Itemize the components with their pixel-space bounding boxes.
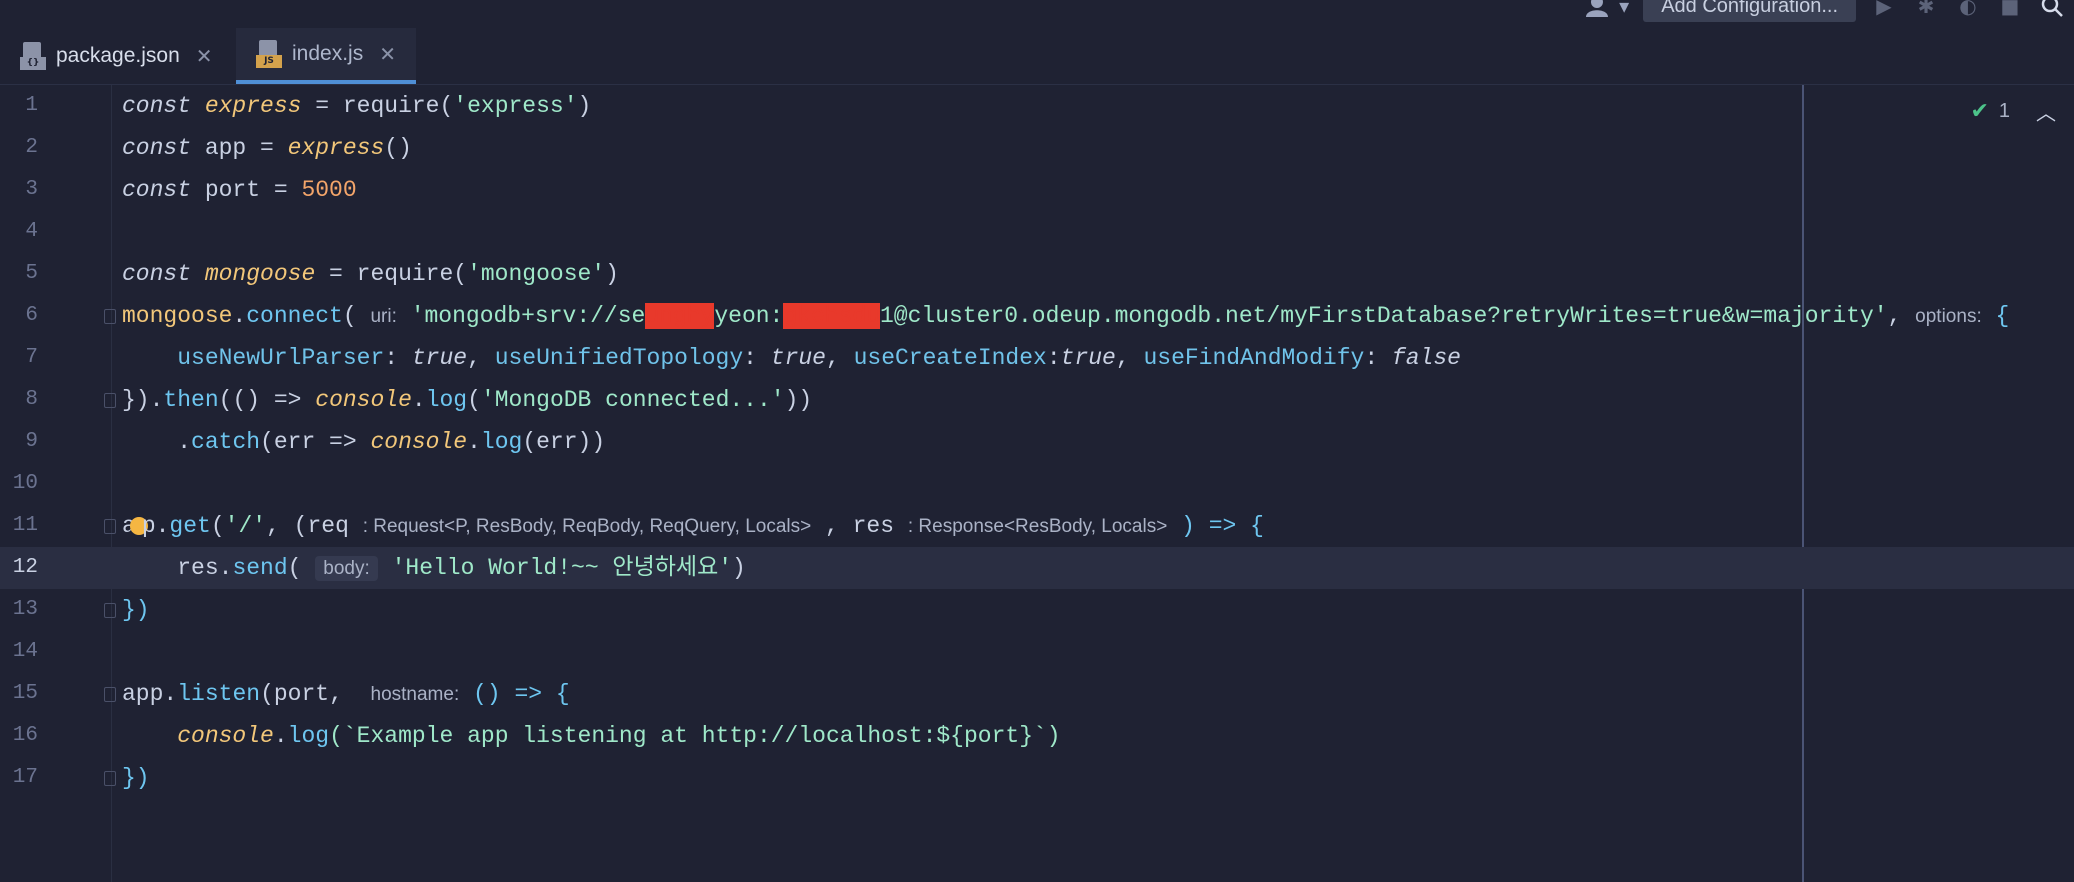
- close-icon[interactable]: ✕: [196, 44, 213, 68]
- js-file-icon: JS: [256, 40, 282, 68]
- user-account-icon[interactable]: ▾: [1585, 0, 1629, 18]
- debug-icon[interactable]: ✱: [1912, 0, 1940, 20]
- code-text: }): [122, 765, 150, 791]
- code-line[interactable]: 8 }).then(() => console.log('MongoDB con…: [0, 379, 2074, 421]
- fold-marker-icon[interactable]: [104, 771, 116, 786]
- code-text: useNewUrlParser: true, useUnifiedTopolog…: [177, 345, 1461, 371]
- code-text: const port = 5000: [122, 177, 357, 203]
- parameter-hint: options:: [1915, 306, 1982, 327]
- fold-marker-icon[interactable]: [104, 519, 116, 534]
- line-number: 14: [12, 640, 38, 663]
- type-hint: : Request<P, ResBody, ReqBody, ReqQuery,…: [362, 516, 812, 537]
- code-text: console.log(`Example app listening at ht…: [177, 723, 1061, 749]
- json-file-icon: {}: [20, 42, 46, 70]
- code-line[interactable]: 3 const port = 5000: [0, 169, 2074, 211]
- code-text: mongoose.connect( uri: 'mongodb+srv://se…: [122, 303, 2010, 329]
- redaction-mark: gkehsdu: [783, 303, 880, 329]
- line-number: 5: [25, 262, 38, 285]
- code-line[interactable]: 9 .catch(err => console.log(err)): [0, 421, 2074, 463]
- code-text: res.send( body: 'Hello World!~~ 안녕하세요'): [177, 555, 746, 581]
- line-number: 1: [25, 94, 38, 117]
- parameter-hint: hostname:: [370, 684, 460, 705]
- code-line[interactable]: 6 mongoose.connect( uri: 'mongodb+srv://…: [0, 295, 2074, 337]
- code-line[interactable]: 5 const mongoose = require('mongoose'): [0, 253, 2074, 295]
- code-text: const app = express(): [122, 135, 412, 161]
- code-line[interactable]: 16 console.log(`Example app listening at…: [0, 715, 2074, 757]
- code-line[interactable]: 14: [0, 631, 2074, 673]
- fold-marker-icon[interactable]: [104, 687, 116, 702]
- code-line[interactable]: 13 }): [0, 589, 2074, 631]
- code-text: a p.get('/', (req : Request<P, ResBody, R…: [122, 513, 1264, 539]
- code-line[interactable]: 10: [0, 463, 2074, 505]
- tab-label: package.json: [56, 44, 180, 67]
- line-number: 4: [25, 220, 38, 243]
- line-number: 10: [12, 472, 38, 495]
- tab-index-js[interactable]: JS index.js ✕: [236, 28, 416, 84]
- parameter-hint: uri:: [370, 306, 397, 327]
- search-icon[interactable]: [2038, 0, 2066, 20]
- code-line[interactable]: 1 const express = require('express'): [0, 85, 2074, 127]
- line-number: 2: [25, 136, 38, 159]
- fold-marker-icon[interactable]: [104, 603, 116, 618]
- run-icon[interactable]: ▶: [1870, 0, 1898, 20]
- editor-tab-bar: {} package.json ✕ JS index.js ✕: [0, 28, 2074, 85]
- fold-marker-icon[interactable]: [104, 393, 116, 408]
- close-icon[interactable]: ✕: [379, 42, 396, 66]
- code-text: const mongoose = require('mongoose'): [122, 261, 619, 287]
- tab-label: index.js: [292, 42, 364, 65]
- add-configuration-button[interactable]: Add Configuration...: [1643, 0, 1856, 22]
- code-text: }).then(() => console.log('MongoDB conne…: [122, 387, 813, 413]
- code-line[interactable]: 2 const app = express(): [0, 127, 2074, 169]
- line-number: 6: [25, 304, 38, 327]
- tab-package-json[interactable]: {} package.json ✕: [0, 28, 236, 84]
- type-hint: : Response<ResBody, Locals>: [907, 516, 1168, 537]
- line-number: 15: [12, 682, 38, 705]
- code-line-current[interactable]: 12 res.send( body: 'Hello World!~~ 안녕하세요…: [0, 547, 2074, 589]
- code-text: const express = require('express'): [122, 93, 592, 119]
- code-text: .catch(err => console.log(err)): [177, 429, 606, 455]
- code-line[interactable]: 17 }): [0, 757, 2074, 799]
- line-number: 8: [25, 388, 38, 411]
- fold-marker-icon[interactable]: [104, 309, 116, 324]
- toolbar-actions: ▾ Add Configuration... ▶ ✱ ◐ ■: [1585, 0, 2074, 22]
- code-line[interactable]: 4: [0, 211, 2074, 253]
- code-line[interactable]: 11 a p.get('/', (req : Request<P, ResBody…: [0, 505, 2074, 547]
- code-editor[interactable]: ✔ 1 ︿ 1 const express = require('express…: [0, 85, 2074, 882]
- title-toolbar: ▾ Add Configuration... ▶ ✱ ◐ ■: [0, 0, 2074, 29]
- line-number: 11: [12, 514, 38, 537]
- line-number: 7: [25, 346, 38, 369]
- code-text: app.listen(port, hostname: () => {: [122, 681, 570, 707]
- stop-icon[interactable]: ■: [1996, 0, 2024, 20]
- chevron-down-icon: ▾: [1619, 0, 1630, 18]
- line-number: 17: [12, 766, 38, 789]
- line-number: 9: [25, 430, 38, 453]
- line-number: 12: [12, 556, 38, 579]
- code-text: }): [122, 597, 150, 623]
- line-number: 13: [12, 598, 38, 621]
- coverage-icon[interactable]: ◐: [1954, 0, 1982, 20]
- line-number: 16: [12, 724, 38, 747]
- redaction-mark: unghy: [645, 303, 715, 329]
- code-line[interactable]: 7 useNewUrlParser: true, useUnifiedTopol…: [0, 337, 2074, 379]
- code-line[interactable]: 15 app.listen(port, hostname: () => {: [0, 673, 2074, 715]
- line-number: 3: [25, 178, 38, 201]
- parameter-hint: body:: [315, 556, 378, 581]
